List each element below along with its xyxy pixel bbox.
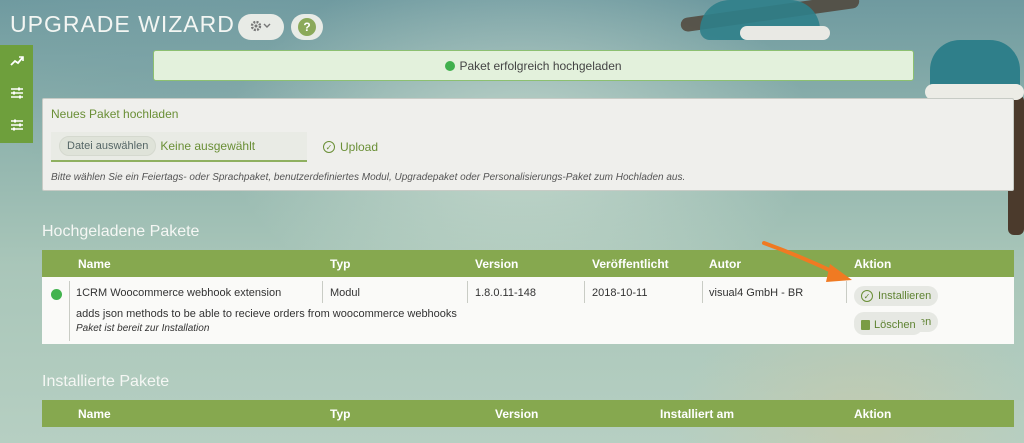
file-status-text: Keine ausgewählt	[160, 139, 256, 153]
column-header: Version	[475, 257, 519, 271]
installed-packages-title: Installierte Pakete	[42, 373, 170, 390]
sidebar-item-trend[interactable]	[0, 45, 33, 77]
table-header: Name Typ Version Veröffentlicht Autor Ak…	[42, 250, 1014, 277]
trend-icon	[9, 56, 24, 66]
install-label: Installieren	[878, 290, 932, 302]
upload-hint: Bitte wählen Sie ein Feiertags- oder Spr…	[51, 172, 686, 183]
question-icon: ?	[298, 18, 316, 36]
delete-button[interactable]: Löschen	[854, 315, 923, 335]
column-header: Autor	[709, 257, 741, 271]
alert-message: Paket erfolgreich hochgeladen	[459, 58, 622, 73]
upload-label: Upload	[340, 140, 379, 154]
success-dot-icon	[445, 60, 456, 71]
divider	[322, 281, 323, 303]
package-name: 1CRM Woocommerce webhook extension	[76, 287, 282, 299]
divider	[467, 281, 468, 303]
package-author: visual4 GmbH - BR	[709, 287, 804, 299]
column-header: Typ	[330, 407, 351, 421]
column-header: Veröffentlicht	[592, 257, 669, 271]
success-alert: Paket erfolgreich hochgeladen	[153, 50, 914, 81]
sidebar-item-settings[interactable]	[0, 77, 33, 109]
package-published: 2018-10-11	[592, 287, 648, 299]
help-button[interactable]: ?	[291, 14, 323, 40]
choose-file-button[interactable]: Datei auswählen	[59, 136, 157, 156]
divider	[584, 281, 585, 303]
column-header: Typ	[330, 257, 351, 271]
uploaded-packages-title: Hochgeladene Pakete	[42, 223, 200, 240]
installed-packages-table: Name Typ Version Installiert am Aktion	[42, 400, 1014, 427]
package-type: Modul	[330, 287, 360, 299]
page-title: UPGRADE WIZARD	[10, 11, 235, 37]
table-header: Name Typ Version Installiert am Aktion	[42, 400, 1014, 427]
check-circle-icon: ✓	[323, 141, 335, 153]
sliders-icon	[10, 87, 23, 99]
trash-icon	[861, 320, 870, 330]
column-header: Installiert am	[660, 407, 735, 421]
gear-icon	[250, 19, 272, 36]
package-version: 1.8.0.11-148	[475, 287, 536, 299]
column-header: Name	[78, 257, 111, 271]
sidebar-item-config[interactable]	[0, 109, 33, 141]
sliders-icon	[10, 119, 23, 131]
annotation-arrow-icon	[762, 241, 852, 282]
file-input[interactable]: Datei auswählen Keine ausgewählt	[51, 132, 307, 162]
package-description: adds json methods to be able to recieve …	[76, 308, 457, 320]
install-button[interactable]: ✓ Installieren	[854, 286, 939, 306]
divider	[702, 281, 703, 303]
sidebar	[0, 45, 33, 143]
delete-label: Löschen	[874, 319, 916, 331]
column-header: Aktion	[854, 407, 892, 421]
package-status: Paket ist bereit zur Installation	[76, 323, 210, 334]
divider	[69, 281, 70, 341]
column-header: Version	[495, 407, 539, 421]
upload-panel: Neues Paket hochladen Datei auswählen Ke…	[42, 98, 1014, 191]
check-circle-icon: ✓	[861, 290, 873, 302]
upload-button[interactable]: ✓ Upload	[323, 140, 378, 154]
upload-panel-title: Neues Paket hochladen	[51, 107, 179, 121]
status-dot-icon	[51, 289, 62, 300]
settings-menu-button[interactable]	[238, 14, 284, 40]
sneaker-sole-decoration	[740, 26, 830, 40]
column-header: Name	[78, 407, 111, 421]
